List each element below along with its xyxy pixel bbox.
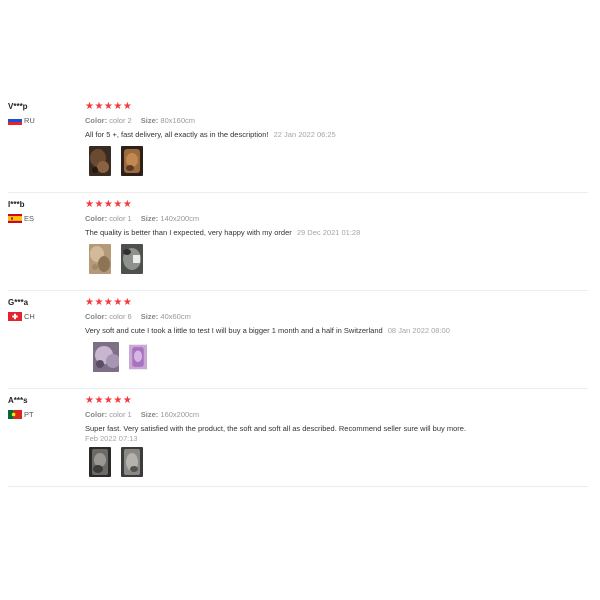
review-body: All for 5 +, fast delivery, all exactly … [85,130,269,139]
size-label: Size: [140,116,159,125]
review-photos [85,146,585,176]
rating-stars: ★★★★★ [85,199,133,210]
review-photos [85,342,585,372]
review-content: ★★★★★ Color: color 2 Size: 80x160cm All … [85,101,585,176]
color-value: color 6 [109,312,132,321]
rating-stars: ★★★★★ [85,297,133,308]
review-photos [85,244,585,274]
review-photo-thumbnail[interactable] [121,447,143,477]
rating-stars: ★★★★★ [85,101,133,112]
sku-info: Color: color 6 Size: 40x60cm [85,312,585,322]
country-code: RU [24,116,35,125]
review-body: The quality is better than I expected, v… [85,228,292,237]
size-value: 40x60cm [160,312,191,321]
color-value: color 2 [109,116,132,125]
color-label: Color: [85,312,108,321]
review-photo-thumbnail[interactable] [121,244,143,274]
review-photo-thumbnail[interactable] [89,342,119,372]
sku-info: Color: color 1 Size: 160x200cm [85,410,585,420]
review-item: I***b ES ★★★★★ Color: color 1 Size: 140x… [8,194,588,291]
switzerland-flag-icon [8,312,22,321]
color-label: Color: [85,116,108,125]
color-label: Color: [85,214,108,223]
size-label: Size: [140,312,159,321]
reviewer-info: V***p RU [8,102,78,125]
review-date: 08 Jan 2022 08:00 [387,326,450,335]
reviewer-info: I***b ES [8,200,78,223]
size-label: Size: [140,410,159,419]
review-text: Very soft and cute I took a little to te… [85,326,585,336]
review-text: All for 5 +, fast delivery, all exactly … [85,130,585,140]
review-photo-thumbnail[interactable] [121,146,143,176]
reviewer-name: A***s [8,396,28,405]
review-list: V***p RU ★★★★★ Color: color 2 Size: 80x1… [8,96,588,487]
reviewer-name: V***p [8,102,28,111]
size-value: 140x200cm [160,214,200,223]
spain-flag-icon [8,214,22,223]
review-item: A***s PT ★★★★★ Color: color 1 Size: 160x… [8,390,588,487]
reviewer-country: CH [8,312,78,321]
review-text: The quality is better than I expected, v… [85,228,585,238]
size-label: Size: [140,214,159,223]
portugal-flag-icon [8,410,22,419]
sku-info: Color: color 1 Size: 140x200cm [85,214,585,224]
sku-info: Color: color 2 Size: 80x160cm [85,116,585,126]
review-photo-thumbnail[interactable] [89,447,111,477]
color-value: color 1 [109,410,132,419]
review-body: Very soft and cute I took a little to te… [85,326,383,335]
review-text: Super fast. Very satisfied with the prod… [85,424,585,444]
country-code: CH [24,312,35,321]
review-body: Super fast. Very satisfied with the prod… [85,424,467,433]
review-item: V***p RU ★★★★★ Color: color 2 Size: 80x1… [8,96,588,193]
reviewer-info: G***a CH [8,298,78,321]
review-content: ★★★★★ Color: color 1 Size: 160x200cm Sup… [85,395,585,477]
reviewer-country: ES [8,214,78,223]
review-date: 29 Dec 2021 01:28 [296,228,361,237]
review-photo-thumbnail[interactable] [89,244,111,274]
review-date: Feb 2022 07:13 [85,434,138,443]
review-content: ★★★★★ Color: color 1 Size: 140x200cm The… [85,199,585,274]
reviewer-country: PT [8,410,78,419]
country-code: ES [24,214,35,223]
reviewer-info: A***s PT [8,396,78,419]
size-value: 80x160cm [160,116,196,125]
country-code: PT [24,410,34,419]
reviewer-name: G***a [8,298,29,307]
review-photo-thumbnail[interactable] [89,146,111,176]
reviewer-country: RU [8,116,78,125]
color-label: Color: [85,410,108,419]
review-photos [85,447,585,477]
review-item: G***a CH ★★★★★ Color: color 6 Size: 40x6… [8,292,588,389]
color-value: color 1 [109,214,132,223]
reviewer-name: I***b [8,200,25,209]
review-photo-thumbnail[interactable] [129,342,147,372]
review-content: ★★★★★ Color: color 6 Size: 40x60cm Very … [85,297,585,372]
review-date: 22 Jan 2022 06:25 [273,130,336,139]
size-value: 160x200cm [160,410,200,419]
russia-flag-icon [8,116,22,125]
rating-stars: ★★★★★ [85,395,133,406]
